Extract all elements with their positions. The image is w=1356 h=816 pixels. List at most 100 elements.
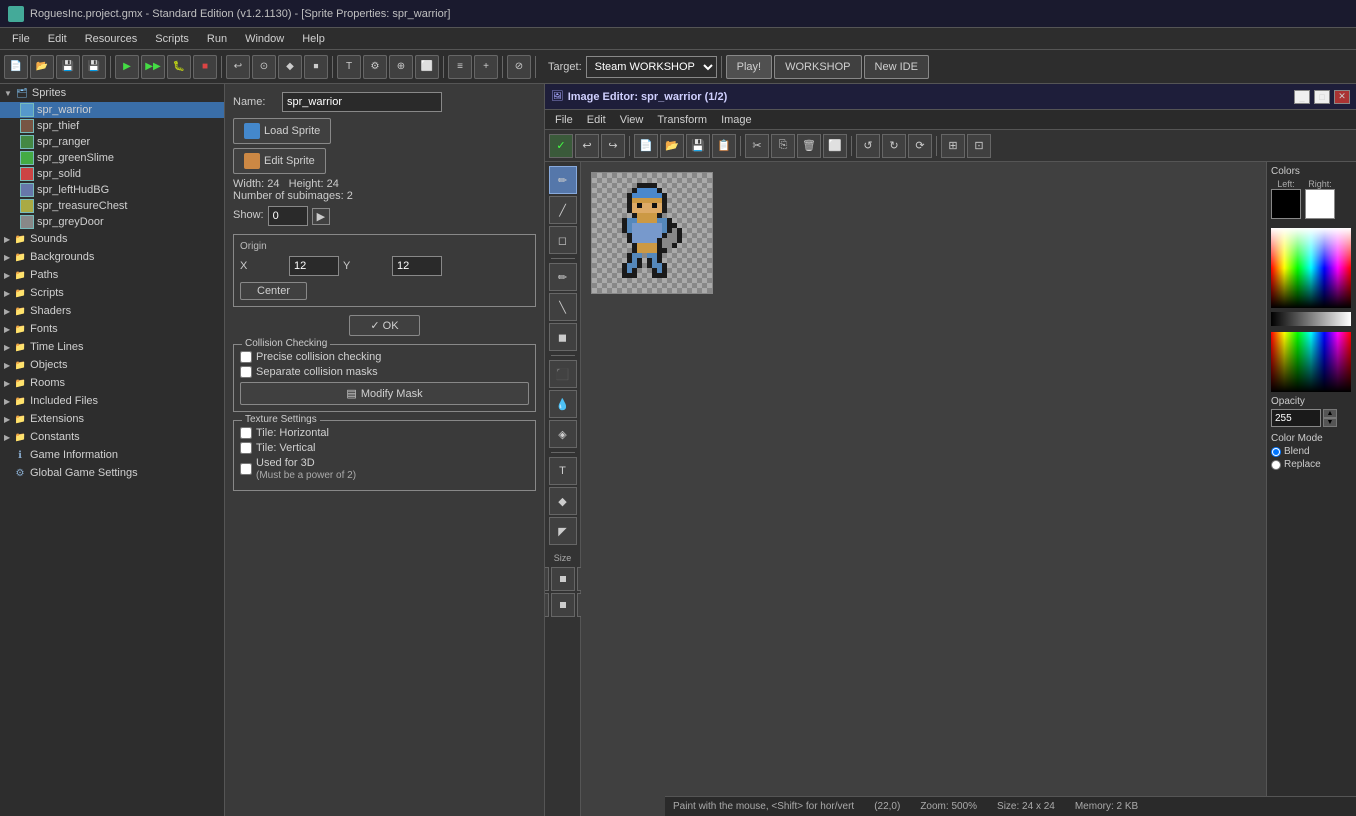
maximize-button[interactable]: □ (1314, 90, 1330, 104)
menu-resources[interactable]: Resources (77, 31, 146, 47)
name-input[interactable] (282, 92, 442, 112)
img-menu-view[interactable]: View (614, 113, 650, 127)
new-ide-button[interactable]: New IDE (864, 55, 929, 79)
tool-fill[interactable]: ⬛ (549, 360, 577, 388)
toolbar-btn6[interactable]: ⊙ (252, 55, 276, 79)
canvas-area[interactable] (581, 162, 1266, 816)
hsv-spectrum[interactable] (1271, 332, 1351, 392)
toolbar-save[interactable]: 💾 (56, 55, 80, 79)
opacity-up[interactable]: ▲ (1323, 409, 1337, 418)
toolbar-run[interactable]: ▶ (115, 55, 139, 79)
toolbar-btn9[interactable]: T (337, 55, 361, 79)
toolbar-btn15[interactable]: ⊘ (507, 55, 531, 79)
menu-edit[interactable]: Edit (40, 31, 75, 47)
color-spectrum[interactable] (1271, 228, 1351, 308)
left-color-box[interactable] (1271, 189, 1301, 219)
toolbar-btn13[interactable]: ≡ (448, 55, 472, 79)
modify-mask-button[interactable]: ▤ Modify Mask (240, 382, 529, 405)
opacity-input[interactable] (1271, 409, 1321, 427)
toolbar-new-img[interactable]: 📄 (634, 134, 658, 158)
toolbar-debug[interactable]: 🐛 (167, 55, 191, 79)
tool-text[interactable]: T (549, 457, 577, 485)
tree-sprites-root[interactable]: ▼ 🗂 Sprites (0, 84, 224, 102)
opacity-down[interactable]: ▼ (1323, 418, 1337, 427)
toolbar-delete[interactable]: 🗑 (797, 134, 821, 158)
replace-radio[interactable] (1271, 460, 1281, 470)
toolbar-zoom-reset[interactable]: ⟳ (908, 134, 932, 158)
toolbar-paste[interactable]: 📋 (712, 134, 736, 158)
toolbar-save2[interactable]: 💾 (82, 55, 106, 79)
menu-run[interactable]: Run (199, 31, 235, 47)
sprite-item-treasure[interactable]: spr_treasureChest (0, 198, 224, 214)
blend-radio[interactable] (1271, 447, 1281, 457)
tool-erase[interactable]: ◻ (549, 226, 577, 254)
tree-rooms[interactable]: ▶ 📁 Rooms (0, 374, 224, 392)
size-2x2[interactable] (551, 567, 575, 591)
tile-h-checkbox[interactable] (240, 427, 252, 439)
toolbar-btn11[interactable]: ⊕ (389, 55, 413, 79)
toolbar-select[interactable]: ⬜ (823, 134, 847, 158)
toolbar-accept[interactable]: ✓ (549, 134, 573, 158)
toolbar-btn14[interactable]: + (474, 55, 498, 79)
tree-constants[interactable]: ▶ 📁 Constants (0, 428, 224, 446)
tree-included-files[interactable]: ▶ 📁 Included Files (0, 392, 224, 410)
tree-extensions[interactable]: ▶ 📁 Extensions (0, 410, 224, 428)
grayscale-bar[interactable] (1271, 312, 1351, 326)
toolbar-redo[interactable]: ↪ (601, 134, 625, 158)
right-color-box[interactable] (1305, 189, 1335, 219)
toolbar-rotate-left[interactable]: ↺ (856, 134, 880, 158)
center-button[interactable]: Center (240, 282, 307, 300)
menu-window[interactable]: Window (237, 31, 292, 47)
tree-timelines[interactable]: ▶ 📁 Time Lines (0, 338, 224, 356)
toolbar-btn10[interactable]: ⚙ (363, 55, 387, 79)
toolbar-open-img[interactable]: 📂 (660, 134, 684, 158)
sprite-item-greenslime[interactable]: spr_greenSlime (0, 150, 224, 166)
tree-sounds[interactable]: ▶ 📁 Sounds (0, 230, 224, 248)
toolbar-rotate-right[interactable]: ↻ (882, 134, 906, 158)
target-select[interactable]: Steam WORKSHOP (586, 56, 717, 78)
workshop-button[interactable]: WORKSHOP (774, 55, 861, 79)
sprite-item-solid[interactable]: spr_solid (0, 166, 224, 182)
toolbar-btn12[interactable]: ⬜ (415, 55, 439, 79)
tool-pencil2[interactable]: ✏ (549, 263, 577, 291)
toolbar-btn8[interactable]: ⏹ (304, 55, 328, 79)
tree-fonts[interactable]: ▶ 📁 Fonts (0, 320, 224, 338)
tree-paths[interactable]: ▶ 📁 Paths (0, 266, 224, 284)
sprite-item-warrior[interactable]: spr_warrior (0, 102, 224, 118)
minimize-button[interactable]: _ (1294, 90, 1310, 104)
menu-file[interactable]: File (4, 31, 38, 47)
size-5x5[interactable] (551, 593, 575, 617)
sprite-item-thief[interactable]: spr_thief (0, 118, 224, 134)
play-button[interactable]: Play! (726, 55, 772, 79)
img-menu-file[interactable]: File (549, 113, 579, 127)
size-4x4[interactable] (545, 593, 549, 617)
tree-game-info[interactable]: ℹ Game Information (0, 446, 224, 464)
img-menu-image[interactable]: Image (715, 113, 758, 127)
toolbar-btn7[interactable]: ◆ (278, 55, 302, 79)
toolbar-save-img[interactable]: 💾 (686, 134, 710, 158)
tool-erase2[interactable]: ◼ (549, 323, 577, 351)
tool-diamond[interactable]: ◆ (549, 487, 577, 515)
img-menu-edit[interactable]: Edit (581, 113, 612, 127)
toolbar-btn5[interactable]: ↩ (226, 55, 250, 79)
tool-lasso[interactable]: ◤ (549, 517, 577, 545)
tree-objects[interactable]: ▶ 📁 Objects (0, 356, 224, 374)
sprite-item-greydoor[interactable]: spr_greyDoor (0, 214, 224, 230)
menu-help[interactable]: Help (294, 31, 333, 47)
used-3d-checkbox[interactable] (240, 463, 252, 475)
toolbar-undo[interactable]: ↩ (575, 134, 599, 158)
ok-button[interactable]: ✓ OK (349, 315, 419, 336)
sprite-item-lefthud[interactable]: spr_leftHudBG (0, 182, 224, 198)
precise-checkbox[interactable] (240, 351, 252, 363)
toolbar-stop[interactable]: ■ (193, 55, 217, 79)
tool-diagonal[interactable]: ╲ (549, 293, 577, 321)
img-menu-transform[interactable]: Transform (651, 113, 713, 127)
close-button[interactable]: ✕ (1334, 90, 1350, 104)
tree-shaders[interactable]: ▶ 📁 Shaders (0, 302, 224, 320)
toolbar-new[interactable]: 📄 (4, 55, 28, 79)
tool-pencil[interactable]: ✏ (549, 166, 577, 194)
toolbar-grid2[interactable]: ⊡ (967, 134, 991, 158)
toolbar-run2[interactable]: ▶▶ (141, 55, 165, 79)
load-sprite-button[interactable]: Load Sprite (233, 118, 331, 144)
toolbar-copy[interactable]: ⎘ (771, 134, 795, 158)
